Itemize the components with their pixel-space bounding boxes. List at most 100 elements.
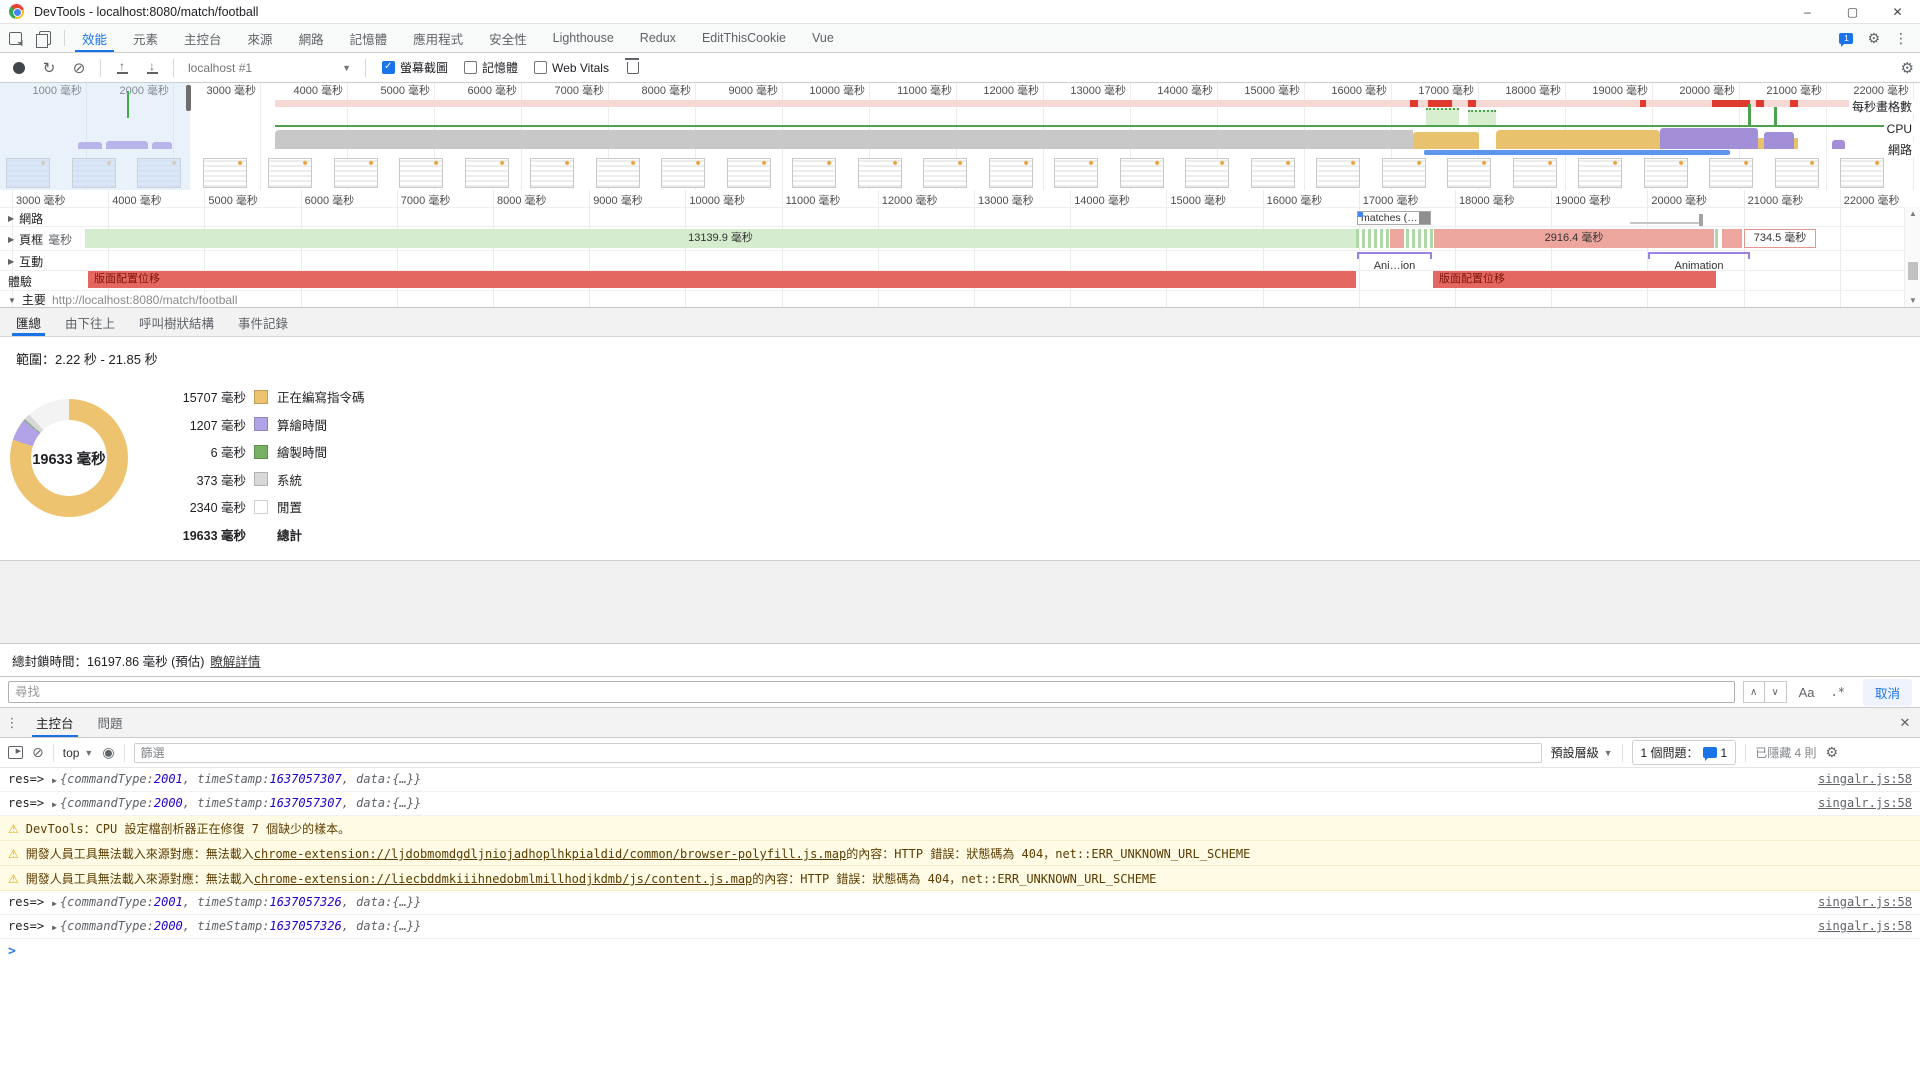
screenshot-thumbnail[interactable] [727, 158, 771, 188]
screenshot-thumbnail[interactable] [661, 158, 705, 188]
screenshot-thumbnail[interactable] [792, 158, 836, 188]
find-next-button[interactable]: ∨ [1765, 681, 1787, 703]
layout-shift-bar[interactable]: 版面配置位移 [88, 271, 1356, 288]
partial-frames[interactable] [1715, 229, 1721, 248]
screenshot-thumbnail[interactable] [1578, 158, 1622, 188]
scroll-down-icon[interactable]: ▼ [1905, 296, 1920, 305]
frame-bar-long[interactable]: 13139.9 毫秒 [85, 229, 1356, 248]
screenshot-thumbnail[interactable] [1775, 158, 1819, 188]
find-input[interactable] [8, 681, 1735, 703]
console-warning-row[interactable]: ⚠DevTools：CPU 設定檔剖析器正在修復 7 個缺少的樣本。 [0, 816, 1920, 841]
kebab-menu-icon[interactable]: ⋮ [1894, 30, 1908, 47]
close-button[interactable]: ✕ [1875, 0, 1920, 23]
tab-記憶體[interactable]: 記憶體 [337, 24, 401, 52]
dropped-frame[interactable] [1390, 229, 1404, 248]
scroll-up-icon[interactable]: ▲ [1905, 209, 1920, 218]
console-warning-row[interactable]: ⚠開發人員工具無法載入來源對應：無法載入 chrome-extension://… [0, 866, 1920, 891]
selection-handle[interactable] [186, 85, 191, 111]
inspect-element-button[interactable] [0, 24, 30, 52]
tab-網路[interactable]: 網路 [286, 24, 337, 52]
network-request-pill[interactable]: matches (… [1357, 211, 1431, 225]
console-log-row[interactable]: res=>▶{commandType: 2000, timeStamp: 163… [0, 792, 1920, 816]
partial-frames[interactable] [1406, 229, 1434, 248]
screenshot-thumbnail[interactable] [268, 158, 312, 188]
issues-button[interactable]: 1 個問題： 1 [1632, 740, 1737, 765]
console-warning-row[interactable]: ⚠開發人員工具無法載入來源對應：無法載入 chrome-extension://… [0, 841, 1920, 866]
screenshot-thumbnail[interactable] [989, 158, 1033, 188]
clear-console-icon[interactable]: ⊘ [32, 744, 44, 761]
expand-arrow-icon[interactable]: ▶ [52, 923, 57, 932]
screenshot-thumbnail[interactable] [1185, 158, 1229, 188]
source-location-link[interactable]: singalr.js:58 [1818, 772, 1912, 786]
layout-shift-bar[interactable]: 版面配置位移 [1433, 271, 1716, 288]
screenshot-thumbnail[interactable] [1316, 158, 1360, 188]
source-location-link[interactable]: singalr.js:58 [1818, 895, 1912, 909]
trash-icon[interactable] [627, 62, 639, 74]
tab-Vue[interactable]: Vue [799, 24, 847, 52]
device-toolbar-button[interactable] [30, 24, 60, 52]
detail-tab-事件記錄[interactable]: 事件記錄 [226, 308, 300, 336]
tab-來源[interactable]: 來源 [235, 24, 286, 52]
save-profile-button[interactable]: ↓ [139, 56, 165, 80]
screenshot-thumbnail[interactable] [1709, 158, 1753, 188]
interaction-span[interactable] [1357, 252, 1432, 259]
reload-and-record-button[interactable]: ↻ [36, 56, 62, 80]
drawer-tab-主控台[interactable]: 主控台 [24, 708, 86, 737]
partial-frames[interactable] [1356, 229, 1390, 248]
capture-settings-gear-icon[interactable]: ⚙ [1901, 59, 1914, 77]
drawer-tab-問題[interactable]: 問題 [86, 708, 135, 737]
drawer-close-icon[interactable]: ✕ [1890, 708, 1920, 737]
tab-應用程式[interactable]: 應用程式 [400, 24, 476, 52]
screenshot-thumbnail[interactable] [1447, 158, 1491, 188]
scrollbar-thumb[interactable] [1908, 262, 1918, 280]
clear-recording-button[interactable]: ⊘ [66, 56, 92, 80]
screenshot-thumbnail[interactable] [530, 158, 574, 188]
regex-button[interactable]: .* [1827, 685, 1849, 699]
context-selector[interactable]: top▼ [63, 746, 94, 760]
log-levels-selector[interactable]: 預設層級▼ [1551, 744, 1613, 761]
screenshot-thumbnail[interactable] [1382, 158, 1426, 188]
screenshot-thumbnail[interactable] [465, 158, 509, 188]
drawer-menu-icon[interactable]: ⋮ [0, 708, 24, 737]
interaction-span[interactable] [1648, 252, 1750, 259]
screenshot-thumbnail[interactable] [1251, 158, 1295, 188]
screenshot-thumbnail[interactable] [923, 158, 967, 188]
console-log-row[interactable]: res=>▶{commandType: 2001, timeStamp: 163… [0, 768, 1920, 792]
source-location-link[interactable]: singalr.js:58 [1818, 919, 1912, 933]
console-sidebar-icon[interactable] [8, 746, 23, 759]
track-interactions[interactable]: ▶互動 [8, 253, 43, 270]
screenshot-thumbnail[interactable] [334, 158, 378, 188]
screenshot-thumbnail[interactable] [399, 158, 443, 188]
minimize-button[interactable]: – [1785, 0, 1830, 23]
frame-duration-label[interactable]: 734.5 毫秒 [1744, 229, 1816, 248]
source-map-link[interactable]: chrome-extension://ljdobmomdgdljniojadho… [254, 847, 846, 861]
track-network[interactable]: ▶網路 [8, 210, 43, 227]
long-frame-bar[interactable]: 2916.4 毫秒 [1434, 229, 1714, 248]
record-button[interactable] [6, 56, 32, 80]
tab-Redux[interactable]: Redux [627, 24, 689, 52]
tab-EditThisCookie[interactable]: EditThisCookie [689, 24, 799, 52]
console-prompt[interactable]: > [0, 939, 1920, 964]
checkbox-Web Vitals[interactable]: Web Vitals [534, 61, 609, 75]
maximize-button[interactable]: ▢ [1830, 0, 1875, 23]
tab-效能[interactable]: 效能 [69, 24, 120, 52]
target-selector[interactable]: localhost #1 ▼ [182, 57, 357, 79]
console-settings-gear-icon[interactable]: ⚙ [1826, 744, 1839, 761]
console-log-row[interactable]: res=>▶{commandType: 2001, timeStamp: 163… [0, 891, 1920, 915]
screenshot-thumbnail[interactable] [1840, 158, 1884, 188]
checkbox-螢幕截圖[interactable]: 螢幕截圖 [382, 59, 448, 76]
detail-tab-由下往上[interactable]: 由下往上 [53, 308, 127, 336]
match-case-button[interactable]: Aa [1795, 685, 1819, 700]
network-request-bar[interactable] [1630, 216, 1703, 224]
vertical-scrollbar[interactable]: ▲ ▼ [1904, 207, 1920, 307]
checkbox-記憶體[interactable]: 記憶體 [464, 59, 518, 76]
detail-tab-匯總[interactable]: 匯總 [4, 308, 53, 336]
tab-Lighthouse[interactable]: Lighthouse [540, 24, 627, 52]
learn-more-link[interactable]: 瞭解詳情 [210, 651, 260, 670]
expand-arrow-icon[interactable]: ▶ [52, 776, 57, 785]
track-main[interactable]: ▼ 主要 http://localhost:8080/match/footbal… [8, 291, 237, 307]
screenshot-thumbnail[interactable] [596, 158, 640, 188]
cancel-button[interactable]: 取消 [1863, 679, 1912, 706]
expand-arrow-icon[interactable]: ▶ [52, 800, 57, 809]
timeline-overview[interactable]: 1000 毫秒2000 毫秒3000 毫秒4000 毫秒5000 毫秒6000 … [0, 83, 1920, 190]
